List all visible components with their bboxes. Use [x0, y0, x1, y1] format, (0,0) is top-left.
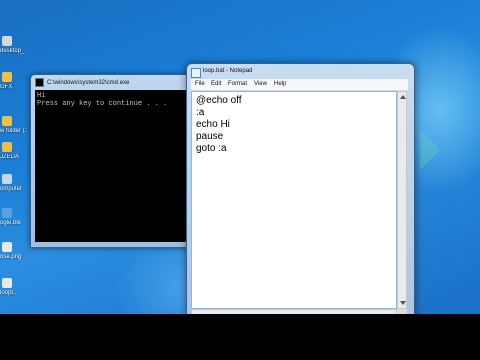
cmd-console[interactable]: Hi Press any key to continue . . .: [35, 90, 189, 242]
file-icon: [2, 278, 12, 288]
desktop-icon[interactable]: GFX: [0, 72, 24, 96]
notepad-icon: [191, 68, 201, 78]
console-line: Hi: [37, 92, 46, 100]
notepad-menu-bar: File Edit Format View Help: [191, 79, 408, 91]
editor-line: echo Hi: [196, 119, 230, 130]
editor-line: pause: [196, 131, 224, 142]
image-file-icon: [2, 242, 12, 252]
menu-view[interactable]: View: [254, 81, 267, 87]
folder-icon: [2, 72, 12, 82]
desktop-icon[interactable]: w folder (3): [0, 116, 26, 140]
cmd-icon: [35, 78, 44, 87]
desktop-icon-label: ogle.ble: [0, 220, 22, 226]
notepad-title-bar[interactable]: loop.bat - Notepad: [191, 66, 410, 78]
menu-help[interactable]: Help: [274, 81, 286, 87]
desktop-icon-label: loopt...: [0, 290, 19, 296]
letterbox-bottom: [0, 314, 480, 360]
desktop-icon-label: desktop_...: [0, 48, 26, 54]
file-icon: [2, 208, 12, 218]
cmd-title: C:\windows\system32\cmd.exe: [47, 80, 130, 87]
desktop-icon-label: ose.png: [0, 254, 22, 260]
desktop-icon[interactable]: ose.png: [0, 242, 24, 266]
editor-line: goto :a: [196, 143, 227, 154]
editor-line: :a: [196, 107, 205, 118]
notepad-window[interactable]: loop.bat - Notepad File Edit Format View…: [186, 63, 415, 314]
folder-icon: [2, 142, 12, 152]
menu-format[interactable]: Format: [228, 81, 247, 87]
notepad-editor[interactable]: @echo off :a echo Hi pause goto :a: [191, 91, 397, 309]
menu-file[interactable]: File: [195, 81, 205, 87]
vertical-scrollbar[interactable]: [397, 91, 407, 309]
computer-icon: [2, 174, 12, 184]
desktop-icon-label: w folder (3): [0, 128, 26, 134]
scroll-up-icon[interactable]: [400, 95, 406, 99]
menu-edit[interactable]: Edit: [211, 81, 221, 87]
scroll-down-icon[interactable]: [400, 301, 406, 305]
file-icon: [2, 36, 12, 46]
cmd-window[interactable]: C:\windows\system32\cmd.exe Hi Press any …: [30, 74, 194, 248]
desktop-icon-label: GFX: [0, 84, 13, 90]
desktop-icon[interactable]: loopt...: [0, 278, 24, 302]
desktop-icon-label: JZEDA: [0, 154, 20, 160]
desktop-icon[interactable]: JZEDA: [0, 142, 24, 166]
desktop-icon[interactable]: ogle.ble: [0, 208, 24, 232]
desktop: desktop_... GFX w folder (3) JZEDA omput…: [0, 0, 480, 314]
folder-icon: [2, 116, 12, 126]
notepad-title: loop.bat - Notepad: [203, 68, 253, 74]
editor-line: @echo off: [196, 95, 242, 106]
desktop-icon[interactable]: desktop_...: [0, 36, 26, 60]
console-line: Press any key to continue . . .: [37, 100, 168, 108]
desktop-icon-label: omputer: [0, 186, 23, 192]
desktop-icon[interactable]: omputer: [0, 174, 24, 198]
cmd-title-bar[interactable]: C:\windows\system32\cmd.exe: [35, 78, 189, 90]
